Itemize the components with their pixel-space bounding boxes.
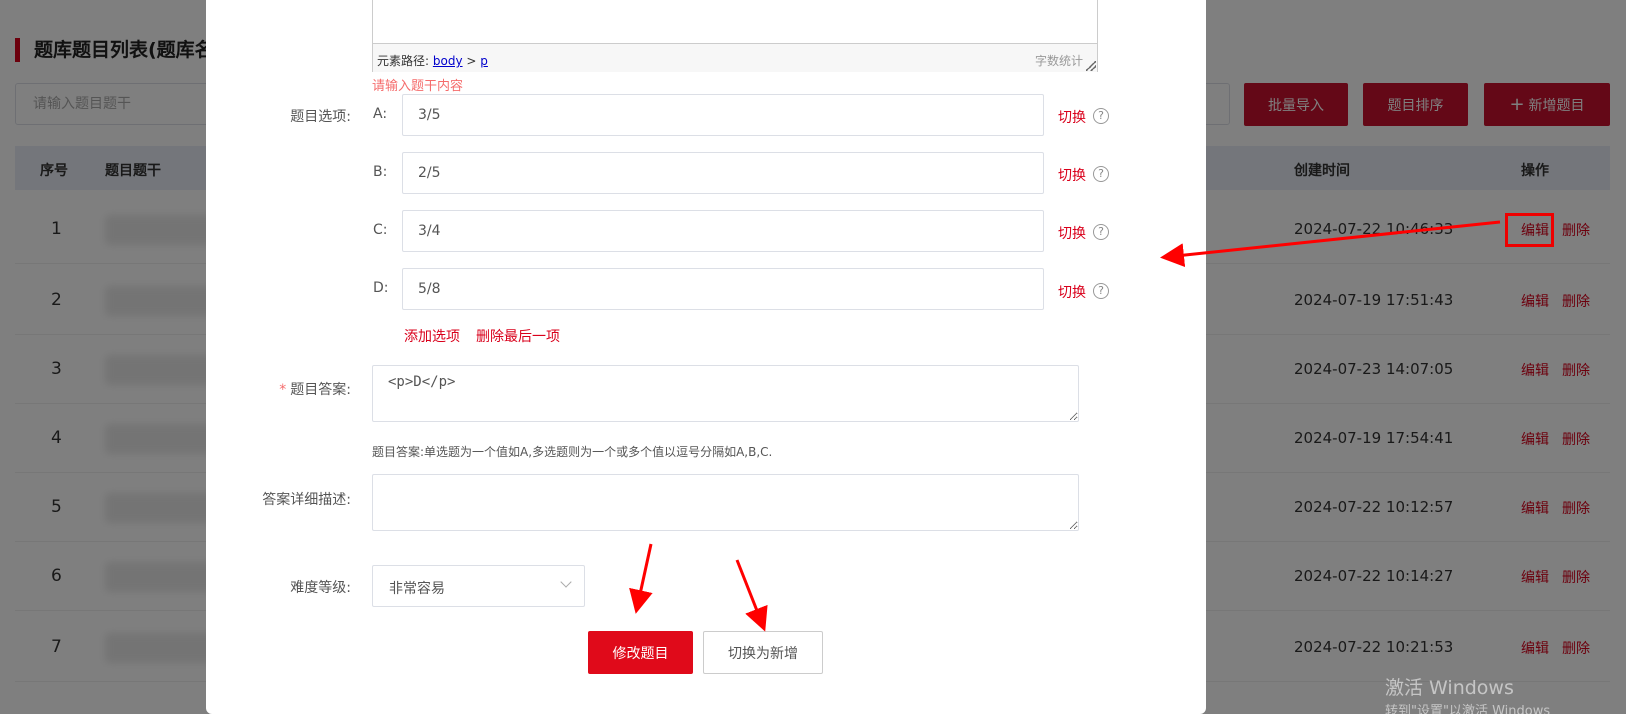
answer-textarea[interactable]: <p>D</p>	[372, 365, 1079, 422]
path-p-link[interactable]: p	[480, 54, 488, 68]
option-key-b: B:	[373, 164, 388, 180]
description-label: 答案详细描述:	[262, 492, 351, 508]
option-b-switch[interactable]: 切换	[1058, 165, 1086, 185]
difficulty-label: 难度等级:	[290, 580, 351, 596]
options-label: 题目选项:	[290, 109, 351, 125]
question-circle-icon[interactable]: ?	[1093, 224, 1109, 240]
option-d-input[interactable]	[402, 268, 1044, 310]
question-circle-icon[interactable]: ?	[1093, 283, 1109, 299]
edit-highlight-box	[1505, 213, 1554, 247]
stem-editor[interactable]: 元素路径: body > p 字数统计	[372, 0, 1098, 72]
path-body-link[interactable]: body	[433, 54, 463, 68]
required-mark: *	[279, 382, 287, 398]
description-textarea[interactable]	[372, 474, 1079, 531]
path-separator: >	[466, 54, 477, 68]
option-a-switch[interactable]: 切换	[1058, 107, 1086, 127]
option-a-input[interactable]	[402, 94, 1044, 136]
edit-question-dialog: 元素路径: body > p 字数统计 请输入题干内容 题目选项: A: 切换 …	[206, 0, 1206, 714]
windows-watermark-sub: 转到"设置"以激活 Windows	[1385, 704, 1551, 714]
chevron-down-icon	[560, 576, 572, 588]
element-path: 元素路径: body > p	[377, 52, 488, 69]
option-key-c: C:	[373, 222, 388, 238]
word-count-label: 字数统计	[1034, 54, 1083, 68]
difficulty-value: 非常容易	[389, 581, 445, 597]
stem-error-text: 请输入题干内容	[372, 79, 464, 94]
question-circle-icon[interactable]: ?	[1093, 166, 1109, 182]
switch-to-new-button[interactable]: 切换为新增	[703, 631, 823, 674]
answer-label: * 题目答案:	[206, 379, 351, 399]
delete-last-option-link[interactable]: 删除最后一项	[476, 326, 560, 346]
option-b-input[interactable]	[402, 152, 1044, 194]
option-key-d: D:	[373, 280, 389, 296]
editor-statusbar: 元素路径: body > p 字数统计	[373, 43, 1097, 72]
resize-grip-icon[interactable]	[1086, 61, 1096, 71]
submit-modify-button[interactable]: 修改题目	[588, 631, 693, 674]
option-d-switch[interactable]: 切换	[1058, 282, 1086, 302]
option-c-input[interactable]	[402, 210, 1044, 252]
windows-watermark: 激活 Windows	[1385, 677, 1514, 699]
answer-label-text: 题目答案:	[290, 382, 351, 398]
option-key-a: A:	[373, 106, 388, 122]
option-c-switch[interactable]: 切换	[1058, 223, 1086, 243]
add-option-link[interactable]: 添加选项	[404, 326, 460, 346]
element-path-label: 元素路径:	[377, 54, 430, 68]
answer-hint: 题目答案:单选题为一个值如A,多选题则为一个或多个值以逗号分隔如A,B,C.	[372, 445, 773, 459]
question-circle-icon[interactable]: ?	[1093, 108, 1109, 124]
difficulty-select[interactable]: 非常容易	[372, 565, 585, 607]
